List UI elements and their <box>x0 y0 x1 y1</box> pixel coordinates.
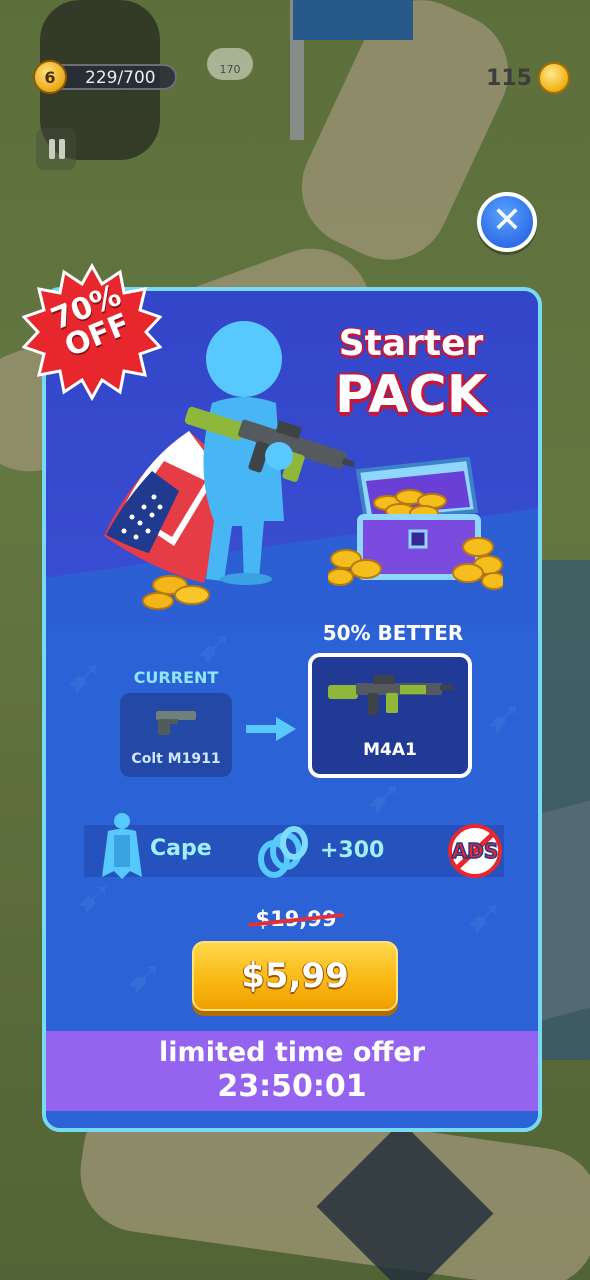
buy-price: $5,99 <box>241 956 349 996</box>
level-progress: 229/700 6 <box>33 60 177 94</box>
rocket-pattern-icon: ➹ <box>126 951 163 1002</box>
new-weapon-name: M4A1 <box>363 740 417 760</box>
no-ads-icon: ADS <box>448 824 502 878</box>
arrow-right-icon <box>246 717 296 741</box>
upgrade-percent-label: 50% BETTER <box>322 621 464 645</box>
pause-button[interactable] <box>36 128 76 170</box>
pistol-icon <box>156 711 196 735</box>
rocket-pattern-icon: ➹ <box>196 621 233 672</box>
timer-title: limited time offer <box>159 1037 425 1068</box>
reward-cape-label: Cape <box>150 836 212 861</box>
current-weapon-name: Colt M1911 <box>131 751 221 767</box>
cape-icon <box>102 813 142 879</box>
coin-balance: 115 <box>486 60 570 96</box>
upgrade-cost-chip: 170 <box>207 48 253 80</box>
rocket-pattern-icon: ➹ <box>486 691 523 742</box>
reward-coins-label: +300 <box>320 838 385 863</box>
level-badge: 6 <box>33 60 67 94</box>
ads-text: ADS <box>452 839 498 863</box>
rifle-icon <box>328 675 454 715</box>
rocket-pattern-icon: ➹ <box>466 891 503 942</box>
timer-bar: limited time offer 23:50:01 <box>46 1031 538 1111</box>
current-weapon-card: Colt M1911 <box>120 693 232 777</box>
timer-countdown: 23:50:01 <box>217 1069 367 1104</box>
rocket-pattern-icon: ➹ <box>66 651 103 702</box>
starter-pack-panel: ➹ ➹ ➹ ➹ ➹ ➹ ➹ Starter PACK 50% BETTER CU… <box>42 287 542 1132</box>
buy-button[interactable]: $5,99 <box>192 941 398 1011</box>
coin-icon <box>538 62 570 94</box>
close-button[interactable]: ✕ <box>477 192 537 252</box>
new-weapon-card: M4A1 <box>308 653 472 778</box>
coins-stack-icon <box>258 826 308 878</box>
coin-balance-value: 115 <box>486 65 532 91</box>
current-weapon-heading: CURRENT <box>133 668 219 687</box>
xp-text: 229/700 <box>85 68 156 88</box>
treasure-chest-illustration <box>328 456 503 590</box>
close-icon: ✕ <box>491 200 523 241</box>
rocket-pattern-icon: ➹ <box>366 771 403 822</box>
